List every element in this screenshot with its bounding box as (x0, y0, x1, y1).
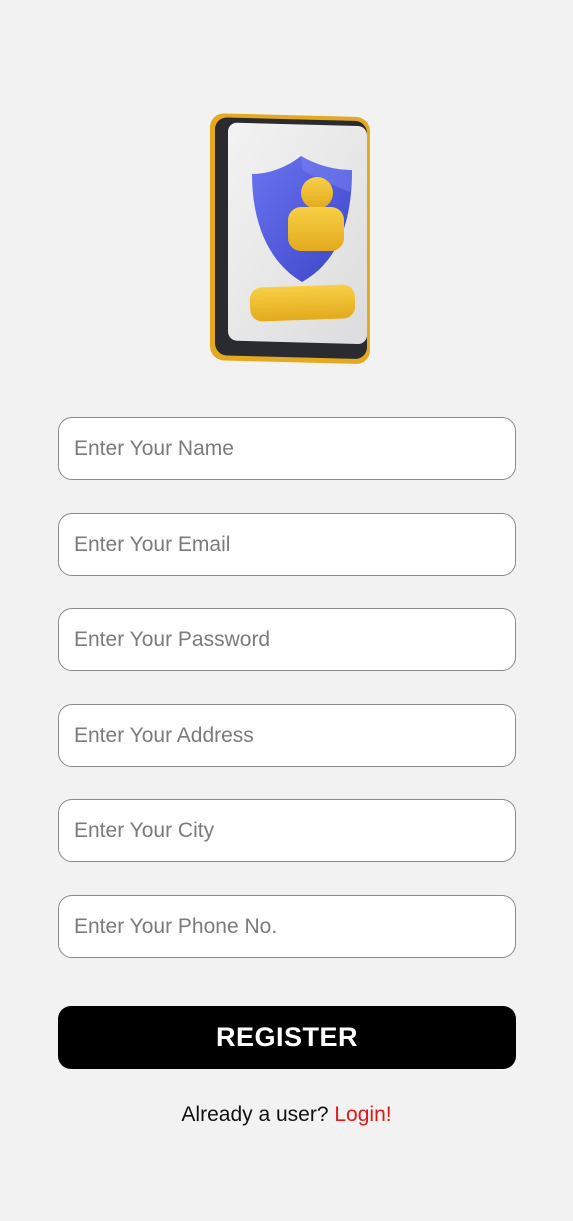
password-input[interactable] (59, 609, 515, 670)
email-input[interactable] (59, 514, 515, 575)
address-field[interactable] (58, 704, 516, 767)
secure-user-phone-icon (210, 113, 370, 364)
name-input[interactable] (59, 418, 515, 479)
city-input[interactable] (59, 800, 515, 861)
register-button[interactable]: REGISTER (58, 1006, 516, 1069)
phone-field[interactable] (58, 895, 516, 958)
address-input[interactable] (59, 705, 515, 766)
already-user-text: Already a user? (181, 1103, 329, 1126)
email-field[interactable] (58, 513, 516, 576)
name-field[interactable] (58, 417, 516, 480)
password-field[interactable] (58, 608, 516, 671)
login-link[interactable]: Login! (334, 1103, 391, 1126)
phone-input[interactable] (59, 896, 515, 957)
city-field[interactable] (58, 799, 516, 862)
login-prompt: Already a user? Login! (0, 1103, 573, 1127)
